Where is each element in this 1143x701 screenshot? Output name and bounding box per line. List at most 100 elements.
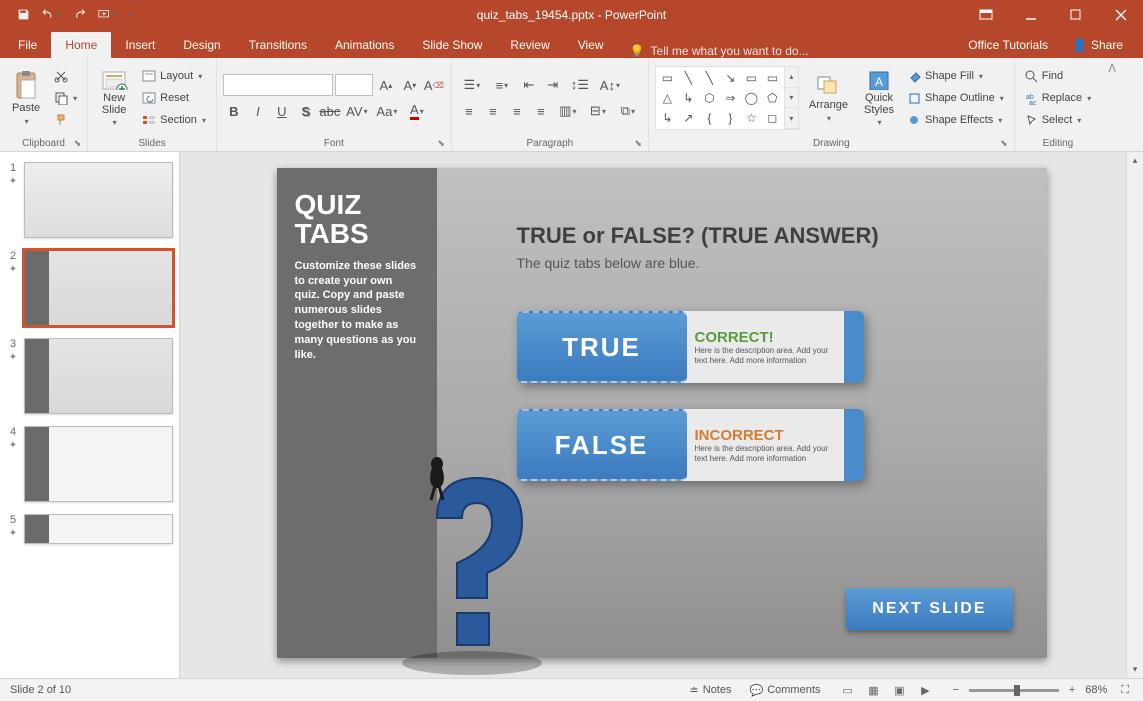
align-text-button[interactable]: ⊟▾ (584, 100, 612, 122)
zoom-level[interactable]: 68% (1085, 684, 1107, 696)
scroll-down-icon[interactable]: ▾ (1133, 661, 1138, 678)
tab-file[interactable]: File (4, 32, 51, 58)
arrange-button[interactable]: Arrange▾ (803, 65, 854, 131)
thumbnail-2[interactable]: 2✦ (0, 246, 179, 334)
italic-button[interactable]: I (247, 100, 269, 122)
thumbnail-4[interactable]: 4✦ (0, 422, 179, 510)
thumbnail-1[interactable]: 1✦ (0, 158, 179, 246)
tab-view[interactable]: View (564, 32, 618, 58)
text-direction-button[interactable]: A↕▾ (596, 74, 624, 96)
qat-customize-button[interactable]: ▾ (122, 3, 138, 27)
shape-outline-button[interactable]: Shape Outline▾ (904, 88, 1008, 108)
new-slide-icon (100, 69, 128, 90)
increase-font-button[interactable]: A▴ (375, 74, 397, 96)
redo-button[interactable] (66, 3, 92, 27)
tab-transitions[interactable]: Transitions (235, 32, 321, 58)
decrease-font-button[interactable]: A▾ (399, 74, 421, 96)
notes-button[interactable]: ≐Notes (686, 682, 736, 699)
shadow-button[interactable]: S (295, 100, 317, 122)
shape-effects-button[interactable]: Shape Effects▾ (904, 110, 1008, 130)
slide-preview[interactable]: QUIZ TABS Customize these slides to crea… (277, 168, 1047, 658)
font-color-button[interactable]: A▾ (403, 100, 431, 122)
ribbon-display-button[interactable] (963, 0, 1008, 29)
shape-fill-button[interactable]: Shape Fill▾ (904, 66, 1008, 86)
shapes-gallery[interactable]: ▭╲╲↘▭▭ △↳⬡⇒◯⬠ ↳↗{}☆◻ (655, 66, 785, 130)
layout-button[interactable]: Layout▾ (138, 66, 210, 86)
paragraph-launcher[interactable]: ⬊ (634, 138, 642, 149)
maximize-button[interactable] (1053, 0, 1098, 29)
font-launcher[interactable]: ⬊ (437, 138, 445, 149)
sorter-view-button[interactable]: ▦ (860, 680, 886, 700)
new-slide-button[interactable]: New Slide ▾ (94, 65, 134, 131)
section-button[interactable]: Section▾ (138, 110, 210, 130)
slideshow-view-button[interactable]: ▶ (912, 680, 938, 700)
clear-formatting-button[interactable]: A⌫ (423, 74, 445, 96)
share-button[interactable]: 👤 Share (1064, 34, 1131, 56)
numbering-button[interactable]: ≡▾ (488, 74, 516, 96)
correct-label: CORRECT! (695, 329, 834, 346)
char-spacing-button[interactable]: AV▾ (343, 100, 371, 122)
clipboard-launcher[interactable]: ⬊ (74, 138, 82, 149)
zoom-slider-thumb[interactable] (1014, 685, 1020, 696)
false-button[interactable]: FALSE (517, 409, 687, 481)
normal-view-button[interactable]: ▭ (834, 680, 860, 700)
zoom-in-button[interactable]: + (1065, 682, 1079, 698)
align-left-button[interactable]: ≡ (458, 100, 480, 122)
tell-me-search[interactable]: 💡 Tell me what you want to do... (630, 44, 809, 58)
tab-animations[interactable]: Animations (321, 32, 408, 58)
tab-insert[interactable]: Insert (111, 32, 169, 58)
underline-button[interactable]: U (271, 100, 293, 122)
smartart-button[interactable]: ⧉▾ (614, 100, 642, 122)
strikethrough-button[interactable]: abc (319, 100, 341, 122)
copy-button[interactable]: ▾ (50, 88, 81, 108)
zoom-out-button[interactable]: − (948, 682, 962, 698)
drawing-launcher[interactable]: ⬊ (1000, 138, 1008, 149)
bold-button[interactable]: B (223, 100, 245, 122)
line-spacing-button[interactable]: ↕☰ (566, 74, 594, 96)
columns-button[interactable]: ▥▾ (554, 100, 582, 122)
minimize-button[interactable] (1008, 0, 1053, 29)
format-painter-button[interactable] (50, 110, 81, 130)
start-from-beginning-button[interactable]: ▾ (94, 3, 120, 27)
tab-review[interactable]: Review (496, 32, 563, 58)
collapse-ribbon-button[interactable]: ᐱ (1101, 58, 1123, 151)
account-name[interactable]: Office Tutorials (958, 32, 1058, 58)
find-button[interactable]: Find (1021, 66, 1095, 86)
slide-indicator[interactable]: Slide 2 of 10 (10, 684, 71, 696)
fit-to-window-button[interactable]: ⛶ (1117, 682, 1133, 699)
scroll-up-icon[interactable]: ▴ (1133, 152, 1138, 169)
thumbnail-3[interactable]: 3✦ (0, 334, 179, 422)
next-slide-button[interactable]: NEXT SLIDE (846, 588, 1012, 630)
reset-icon (142, 92, 156, 104)
reset-button[interactable]: Reset (138, 88, 210, 108)
font-name-input[interactable] (223, 74, 333, 96)
select-button[interactable]: Select▾ (1021, 110, 1095, 130)
tab-slideshow[interactable]: Slide Show (408, 32, 496, 58)
paste-button[interactable]: Paste ▾ (6, 65, 46, 131)
notes-icon: ≐ (690, 684, 699, 697)
increase-indent-button[interactable]: ⇥ (542, 74, 564, 96)
zoom-slider-track[interactable] (969, 689, 1059, 692)
comments-button[interactable]: 💬Comments (746, 682, 825, 699)
vertical-scrollbar[interactable]: ▴ ▾ (1126, 152, 1143, 678)
bullets-button[interactable]: ☰▾ (458, 74, 486, 96)
align-center-button[interactable]: ≡ (482, 100, 504, 122)
cut-button[interactable] (50, 66, 81, 86)
tab-home[interactable]: Home (51, 32, 111, 58)
reading-view-button[interactable]: ▣ (886, 680, 912, 700)
quick-styles-button[interactable]: A Quick Styles▾ (858, 65, 900, 131)
change-case-button[interactable]: Aa▾ (373, 100, 401, 122)
undo-button[interactable]: ▾ (38, 3, 64, 27)
font-size-input[interactable] (335, 74, 373, 96)
thumbnail-5[interactable]: 5✦ (0, 510, 179, 552)
fill-icon (908, 70, 921, 83)
tab-design[interactable]: Design (169, 32, 234, 58)
align-right-button[interactable]: ≡ (506, 100, 528, 122)
justify-button[interactable]: ≡ (530, 100, 552, 122)
true-button[interactable]: TRUE (517, 311, 687, 383)
close-button[interactable] (1098, 0, 1143, 29)
save-button[interactable] (10, 3, 36, 27)
shapes-scroll[interactable]: ▴▾▾ (785, 66, 799, 130)
replace-button[interactable]: abacReplace▾ (1021, 88, 1095, 108)
decrease-indent-button[interactable]: ⇤ (518, 74, 540, 96)
